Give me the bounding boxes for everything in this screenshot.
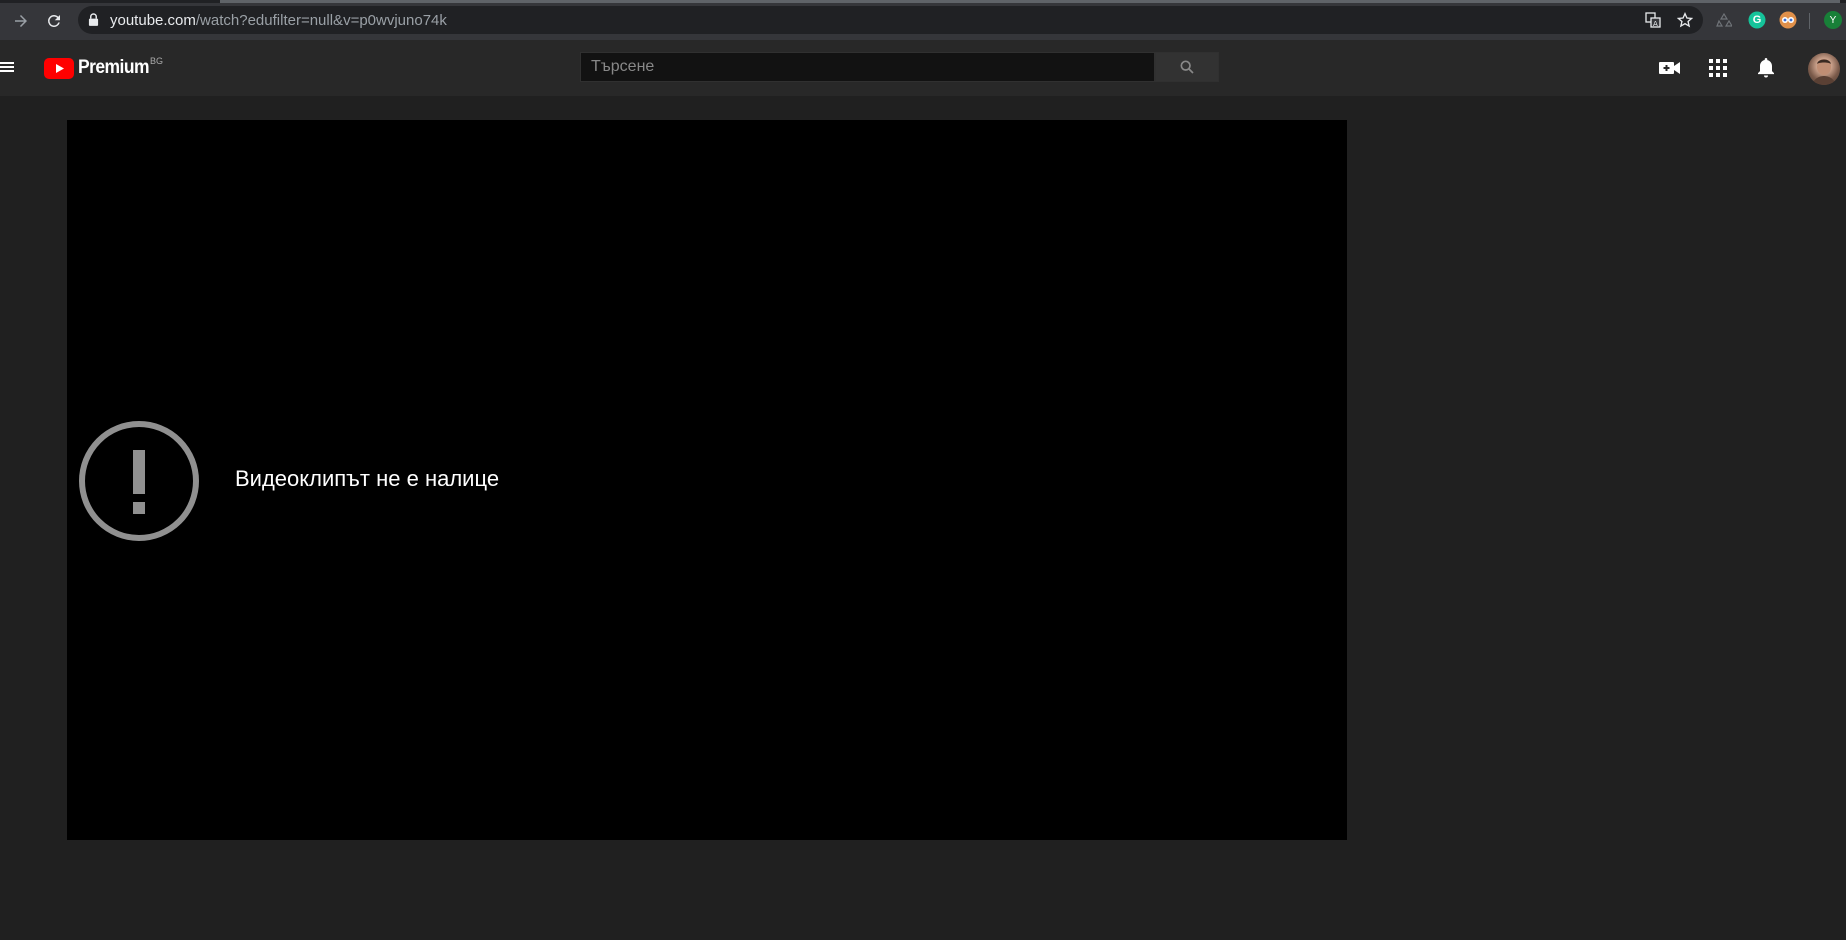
bookmark-star-icon[interactable]: [1676, 11, 1694, 29]
country-code: BG: [150, 56, 164, 66]
extension-eyes-icon[interactable]: [1779, 11, 1797, 29]
account-avatar[interactable]: [1808, 53, 1840, 85]
active-tab[interactable]: [220, 0, 1840, 3]
user-photo-icon: [1812, 59, 1836, 85]
profile-avatar[interactable]: Y: [1824, 11, 1842, 29]
search-icon: [1180, 60, 1194, 74]
search-box: [580, 52, 1155, 82]
translate-icon[interactable]: A: [1644, 11, 1662, 29]
recycle-extension-icon[interactable]: [1715, 11, 1733, 29]
menu-icon[interactable]: [0, 60, 14, 74]
youtube-logo[interactable]: Premium: [44, 57, 155, 79]
address-bar[interactable]: youtube.com/watch?edufilter=null&v=p0wvj…: [78, 6, 1703, 34]
browser-toolbar: youtube.com/watch?edufilter=null&v=p0wvj…: [0, 0, 1846, 40]
youtube-header: Premium BG: [0, 40, 1846, 96]
tab-strip: [0, 0, 1846, 3]
url-path: /watch?edufilter=null&v=p0wvjuno74k: [195, 12, 447, 29]
grammarly-letter: G: [1752, 14, 1762, 26]
search-input[interactable]: [581, 53, 1154, 81]
grammarly-icon[interactable]: G: [1748, 11, 1766, 29]
forward-icon[interactable]: [10, 10, 32, 32]
search-button[interactable]: [1155, 52, 1219, 82]
svg-text:A: A: [1653, 20, 1658, 28]
reload-icon[interactable]: [43, 10, 65, 32]
url-host: youtube.com: [110, 12, 196, 29]
profile-initial: Y: [1829, 14, 1837, 26]
error-exclamation-icon: [79, 421, 199, 541]
youtube-play-icon: [44, 57, 74, 79]
logo-text: Premium: [78, 57, 149, 78]
url-text[interactable]: youtube.com/watch?edufilter=null&v=p0wvj…: [110, 12, 447, 29]
video-player[interactable]: Видеоклипът не е налице: [67, 120, 1347, 840]
create-video-icon[interactable]: [1658, 56, 1682, 80]
toolbar-divider: [1809, 13, 1810, 29]
lock-icon[interactable]: [88, 13, 99, 31]
apps-grid-icon[interactable]: [1706, 56, 1730, 80]
error-message: Видеоклипът не е налице: [235, 466, 500, 491]
notifications-bell-icon[interactable]: [1754, 56, 1778, 80]
